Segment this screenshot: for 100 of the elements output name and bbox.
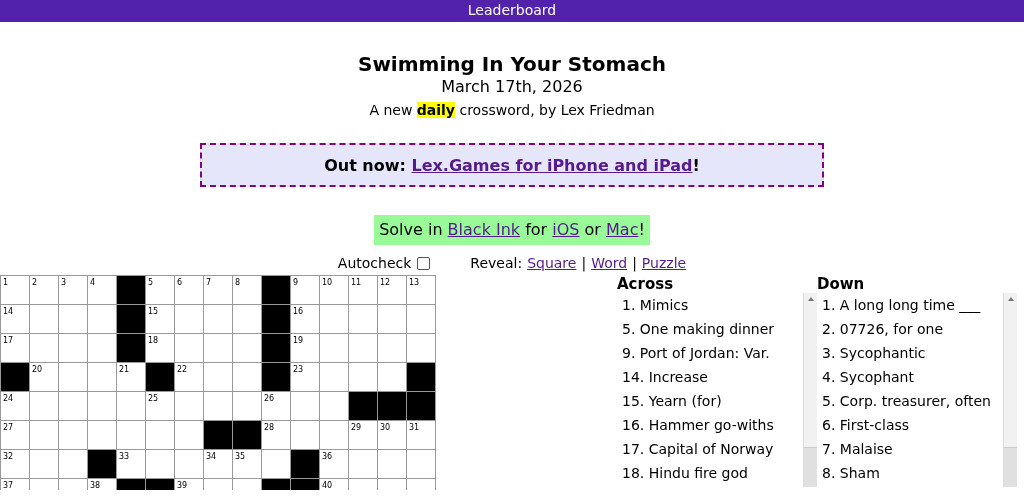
clue-item[interactable]: 2. 07726, for one <box>817 317 1003 341</box>
scrollbar[interactable] <box>1003 293 1017 487</box>
clue-item[interactable]: 1. Mimics <box>617 293 803 317</box>
crossword-cell[interactable] <box>30 450 58 478</box>
crossword-cell[interactable] <box>320 421 348 449</box>
crossword-cell[interactable] <box>88 305 116 333</box>
crossword-cell[interactable] <box>204 334 232 362</box>
crossword-cell[interactable] <box>88 392 116 420</box>
crossword-cell[interactable]: 8 <box>233 276 261 304</box>
crossword-cell[interactable] <box>407 305 435 333</box>
crossword-cell[interactable] <box>233 363 261 391</box>
crossword-cell[interactable]: 4 <box>88 276 116 304</box>
crossword-cell[interactable] <box>349 334 377 362</box>
crossword-cell[interactable]: 15 <box>146 305 174 333</box>
clue-item[interactable]: 3. Sycophantic <box>817 341 1003 365</box>
clue-item[interactable]: 6. First-class <box>817 413 1003 437</box>
crossword-cell[interactable] <box>30 421 58 449</box>
crossword-cell[interactable] <box>59 305 87 333</box>
autocheck-checkbox[interactable] <box>417 256 431 270</box>
crossword-cell[interactable] <box>117 421 145 449</box>
crossword-cell[interactable] <box>378 363 406 391</box>
crossword-cell[interactable]: 27 <box>1 421 29 449</box>
reveal-link[interactable]: Square <box>527 254 577 272</box>
crossword-cell[interactable] <box>59 421 87 449</box>
crossword-cell[interactable]: 9 <box>291 276 319 304</box>
clue-item[interactable]: 1. A long long time ___ <box>817 293 1003 317</box>
crossword-cell[interactable] <box>59 334 87 362</box>
crossword-cell[interactable]: 38 <box>88 479 116 490</box>
crossword-cell[interactable]: 11 <box>349 276 377 304</box>
crossword-cell[interactable] <box>320 392 348 420</box>
crossword-cell[interactable]: 6 <box>175 276 203 304</box>
crossword-cell[interactable]: 13 <box>407 276 435 304</box>
clue-item[interactable]: 4. Sycophant <box>817 365 1003 389</box>
crossword-cell[interactable]: 21 <box>117 363 145 391</box>
reveal-link[interactable]: Word <box>591 254 628 272</box>
scrollbar[interactable] <box>803 293 817 487</box>
crossword-cell[interactable]: 12 <box>378 276 406 304</box>
crossword-cell[interactable] <box>291 421 319 449</box>
crossword-cell[interactable]: 2 <box>30 276 58 304</box>
crossword-cell[interactable]: 22 <box>175 363 203 391</box>
crossword-cell[interactable]: 14 <box>1 305 29 333</box>
crossword-cell[interactable]: 16 <box>291 305 319 333</box>
crossword-cell[interactable]: 25 <box>146 392 174 420</box>
app-link[interactable]: Black Ink <box>447 220 521 239</box>
crossword-cell[interactable] <box>233 392 261 420</box>
crossword-cell[interactable]: 17 <box>1 334 29 362</box>
crossword-cell[interactable]: 39 <box>175 479 203 490</box>
app-link[interactable]: Mac <box>606 220 639 239</box>
crossword-cell[interactable] <box>88 334 116 362</box>
crossword-cell[interactable] <box>175 450 203 478</box>
clue-item[interactable]: 9. Port of Jordan: Var. <box>617 341 803 365</box>
clue-item[interactable]: 18. Hindu fire god <box>617 461 803 485</box>
leaderboard-link[interactable]: Leaderboard <box>467 2 557 19</box>
crossword-cell[interactable]: 37 <box>1 479 29 490</box>
crossword-cell[interactable]: 35 <box>233 450 261 478</box>
clue-item[interactable]: 5. One making dinner <box>617 317 803 341</box>
crossword-cell[interactable] <box>349 363 377 391</box>
crossword-cell[interactable]: 32 <box>1 450 29 478</box>
crossword-cell[interactable] <box>146 450 174 478</box>
clue-item[interactable]: 8. Sham <box>817 461 1003 485</box>
crossword-cell[interactable]: 1 <box>1 276 29 304</box>
crossword-cell[interactable]: 40 <box>320 479 348 490</box>
crossword-cell[interactable] <box>59 450 87 478</box>
crossword-cell[interactable]: 23 <box>291 363 319 391</box>
crossword-cell[interactable] <box>88 363 116 391</box>
clue-item[interactable]: 5. Corp. treasurer, often <box>817 389 1003 413</box>
app-link[interactable]: iOS <box>552 220 580 239</box>
crossword-cell[interactable] <box>378 450 406 478</box>
promo-link[interactable]: Lex.Games for iPhone and iPad <box>411 155 693 175</box>
crossword-cell[interactable] <box>175 392 203 420</box>
crossword-cell[interactable] <box>291 392 319 420</box>
crossword-cell[interactable]: 7 <box>204 276 232 304</box>
crossword-cell[interactable]: 18 <box>146 334 174 362</box>
clue-item[interactable]: 7. Malaise <box>817 437 1003 461</box>
crossword-cell[interactable] <box>320 305 348 333</box>
crossword-cell[interactable] <box>175 421 203 449</box>
crossword-cell[interactable]: 36 <box>320 450 348 478</box>
crossword-cell[interactable]: 30 <box>378 421 406 449</box>
clue-item[interactable]: 14. Increase <box>617 365 803 389</box>
reveal-link[interactable]: Puzzle <box>641 254 687 272</box>
crossword-cell[interactable] <box>349 305 377 333</box>
crossword-cell[interactable] <box>59 392 87 420</box>
crossword-cell[interactable] <box>30 334 58 362</box>
clue-item[interactable]: 16. Hammer go-withs <box>617 413 803 437</box>
crossword-cell[interactable]: 31 <box>407 421 435 449</box>
clue-item[interactable]: 15. Yearn (for) <box>617 389 803 413</box>
crossword-cell[interactable] <box>30 392 58 420</box>
crossword-cell[interactable]: 5 <box>146 276 174 304</box>
crossword-cell[interactable] <box>59 363 87 391</box>
crossword-cell[interactable] <box>146 421 174 449</box>
crossword-cell[interactable] <box>117 392 145 420</box>
crossword-cell[interactable]: 24 <box>1 392 29 420</box>
crossword-cell[interactable]: 19 <box>291 334 319 362</box>
crossword-cell[interactable] <box>378 305 406 333</box>
clue-item[interactable]: 17. Capital of Norway <box>617 437 803 461</box>
crossword-cell[interactable] <box>175 305 203 333</box>
crossword-cell[interactable] <box>378 334 406 362</box>
crossword-cell[interactable]: 3 <box>59 276 87 304</box>
crossword-cell[interactable] <box>88 421 116 449</box>
crossword-cell[interactable] <box>320 334 348 362</box>
